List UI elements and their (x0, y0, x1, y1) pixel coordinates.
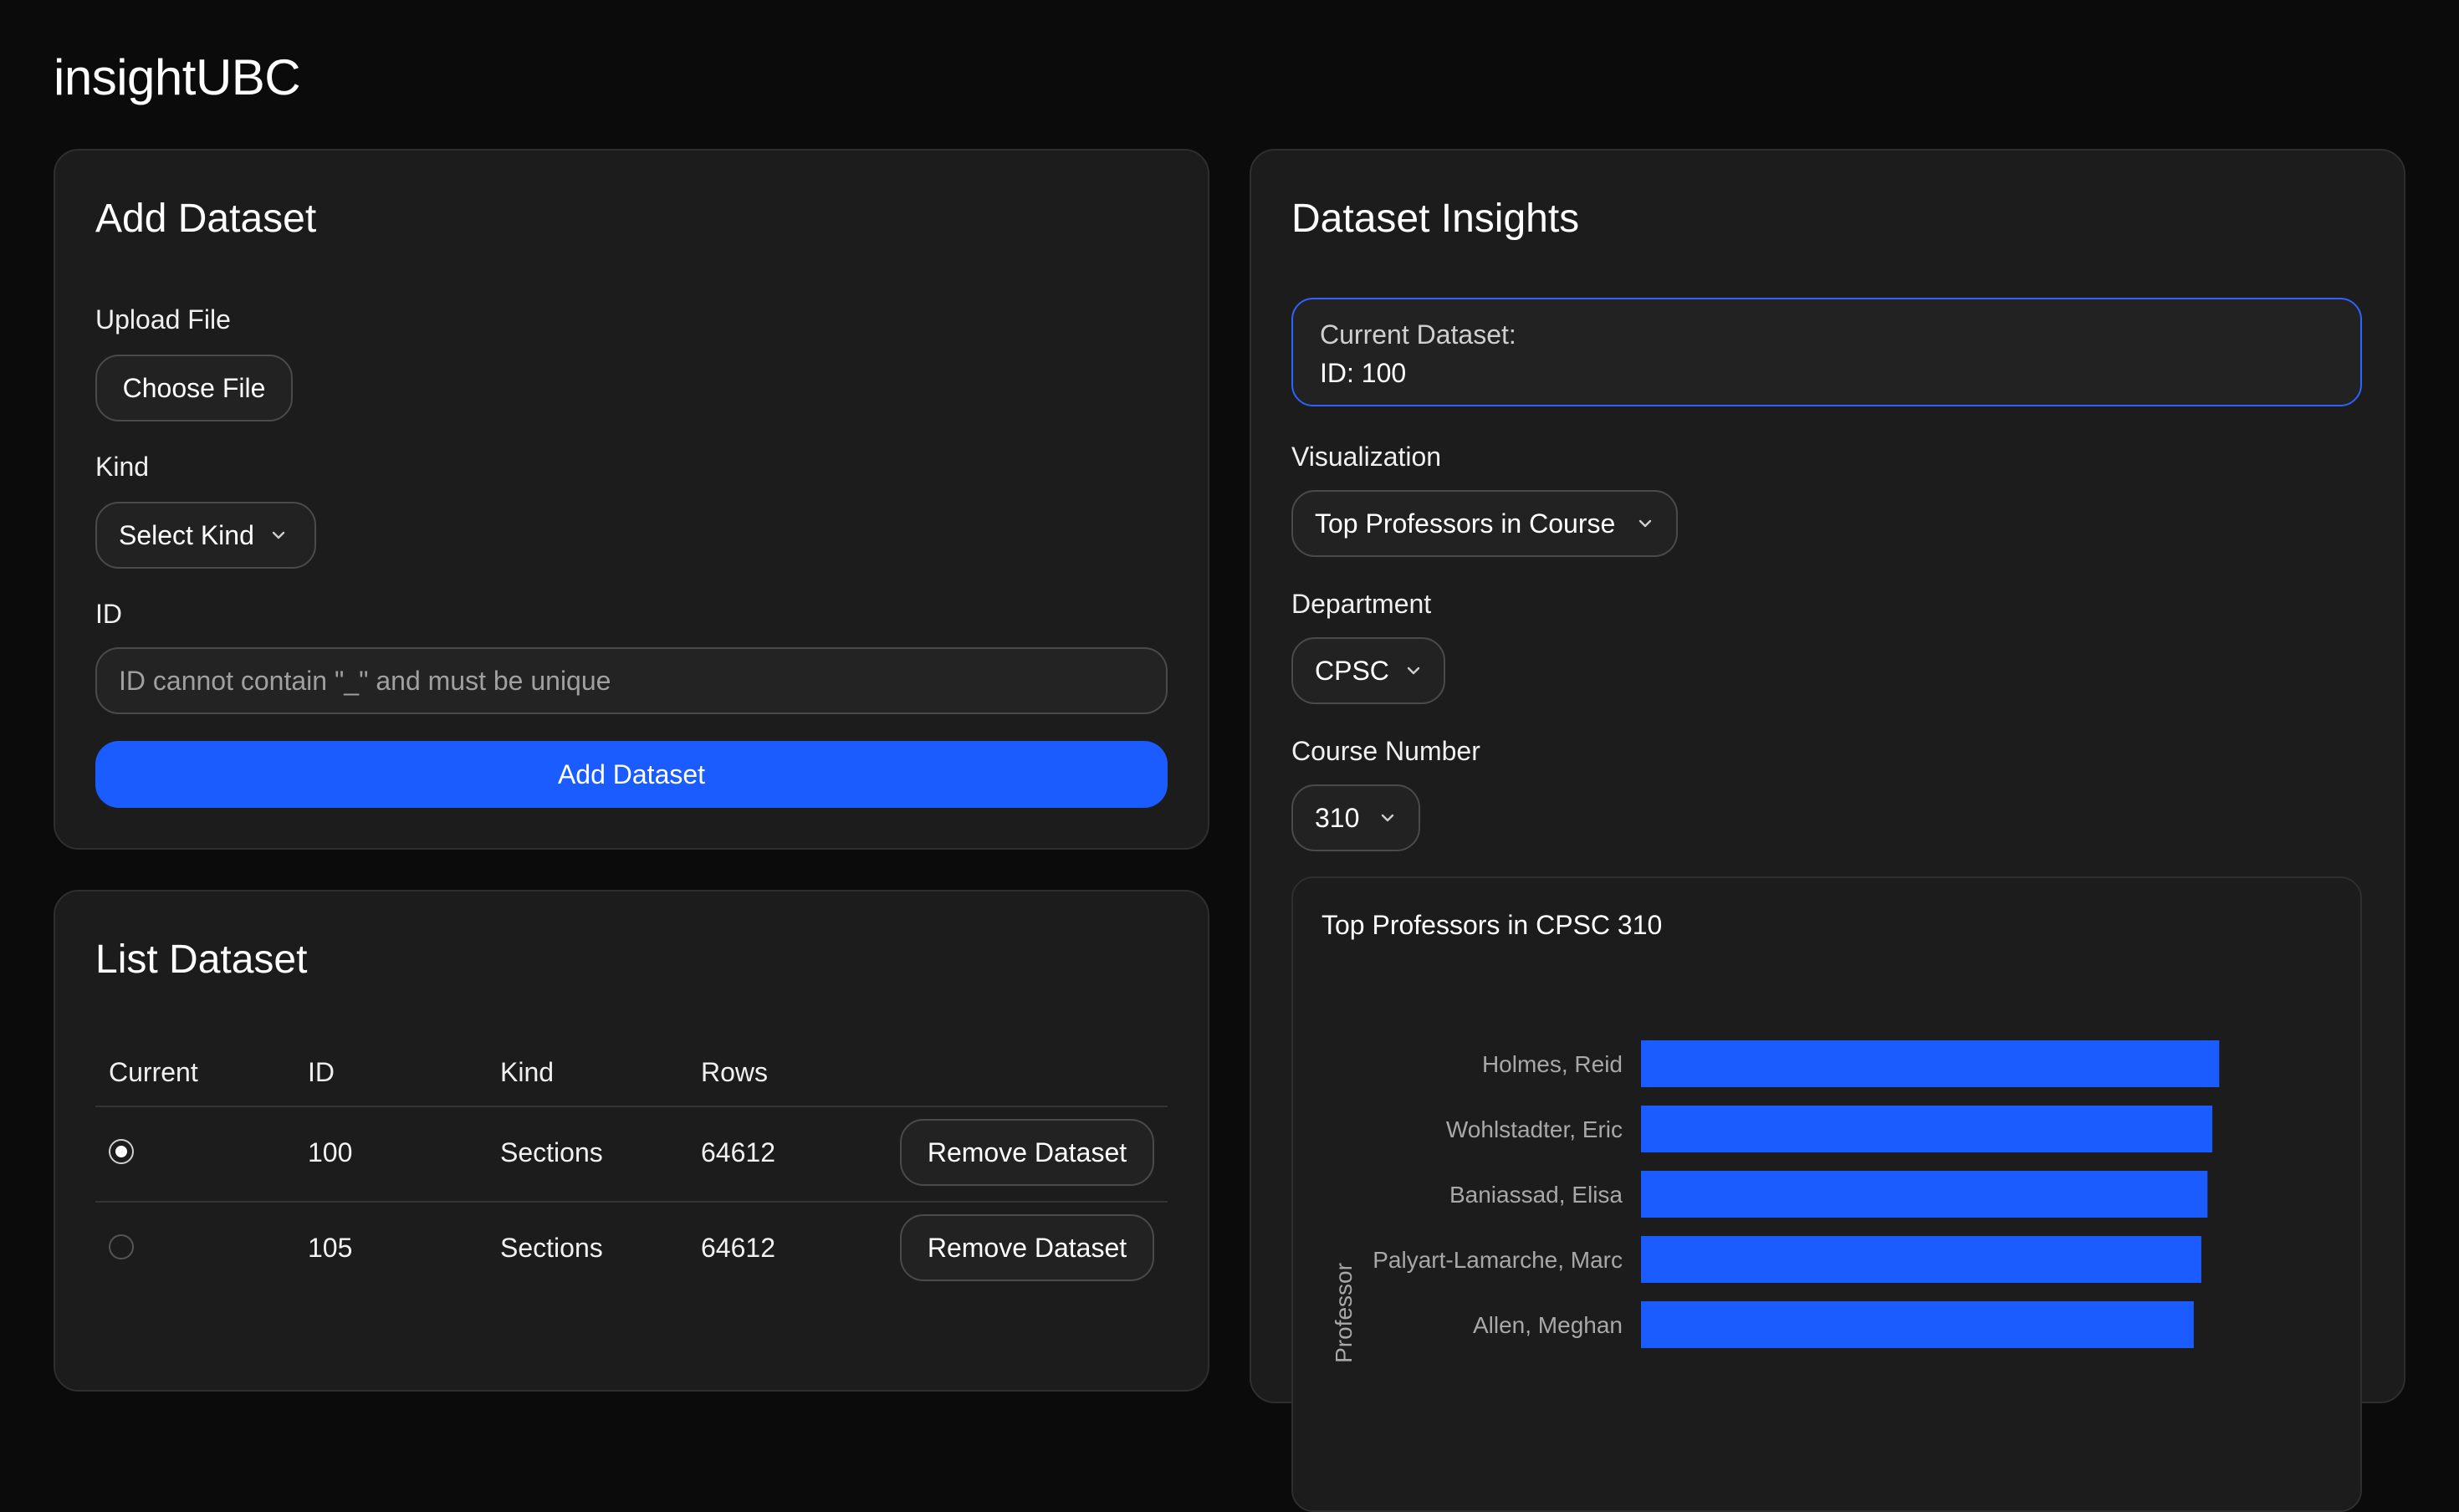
column-header-rows: Rows (701, 1057, 769, 1087)
list-dataset-card: List Dataset Current ID Kind Rows 100 Se… (54, 890, 1209, 1392)
kind-label: Kind (95, 452, 150, 482)
current-radio[interactable] (109, 1234, 134, 1259)
row-kind: Sections (500, 1137, 603, 1167)
row-kind: Sections (500, 1233, 603, 1263)
remove-dataset-button[interactable]: Remove Dataset (900, 1214, 1154, 1281)
row-count: 64612 (701, 1233, 775, 1263)
add-dataset-title: Add Dataset (95, 197, 317, 241)
list-dataset-title: List Dataset (95, 937, 308, 982)
column-header-id: ID (308, 1057, 335, 1087)
chevron-down-icon (1404, 662, 1423, 680)
bar[interactable] (1641, 1236, 2201, 1283)
choose-file-button[interactable]: Choose File (95, 355, 293, 421)
column-header-kind: Kind (500, 1057, 555, 1087)
id-input[interactable] (95, 647, 1168, 714)
table-divider (95, 1106, 1168, 1107)
remove-dataset-label: Remove Dataset (927, 1232, 1127, 1263)
upload-file-label: Upload File (95, 304, 231, 335)
visualization-select-value: Top Professors in Course (1315, 508, 1616, 539)
course-number-select[interactable]: 310 (1291, 784, 1420, 851)
bar[interactable] (1641, 1040, 2220, 1087)
department-label: Department (1291, 589, 1432, 619)
bar-label: Holmes, Reid (1482, 1051, 1623, 1077)
chevron-down-icon (269, 526, 288, 544)
chevron-down-icon (1636, 514, 1654, 533)
choose-file-label: Choose File (122, 372, 266, 403)
course-number-select-value: 310 (1315, 802, 1360, 833)
bar[interactable] (1641, 1301, 2194, 1348)
add-dataset-button[interactable]: Add Dataset (95, 741, 1168, 808)
table-divider (95, 1201, 1168, 1203)
bar-label: Palyart-Lamarche, Marc (1373, 1247, 1623, 1273)
add-dataset-card: Add Dataset Upload File Choose File Kind… (54, 149, 1209, 850)
row-id: 100 (308, 1137, 353, 1167)
course-number-label: Course Number (1291, 736, 1480, 766)
visualization-label: Visualization (1291, 442, 1442, 472)
current-dataset-label: Current Dataset: (1320, 319, 1516, 350)
current-dataset-value: ID: 100 (1320, 358, 1407, 388)
remove-dataset-button[interactable]: Remove Dataset (900, 1119, 1154, 1186)
current-dataset-box: Current Dataset: ID: 100 (1291, 298, 2362, 406)
chevron-down-icon (1378, 809, 1397, 827)
chart-card: Top Professors in CPSC 310 Holmes, Reid W… (1291, 876, 2362, 1512)
bar[interactable] (1641, 1171, 2208, 1218)
remove-dataset-label: Remove Dataset (927, 1137, 1127, 1167)
bar-label: Baniassad, Elisa (1449, 1182, 1623, 1208)
bar-label: Wohlstadter, Eric (1446, 1116, 1623, 1142)
row-id: 105 (308, 1233, 353, 1263)
row-count: 64612 (701, 1137, 775, 1167)
kind-select-value: Select Kind (119, 519, 254, 550)
bar-chart: Holmes, Reid Wohlstadter, Eric Baniassad, … (1331, 1040, 2220, 1363)
id-label: ID (95, 599, 122, 629)
bar[interactable] (1641, 1106, 2213, 1152)
dataset-insights-card: Dataset Insights Current Dataset: ID: 10… (1250, 149, 2405, 1512)
current-radio[interactable] (109, 1139, 134, 1164)
bar-label: Allen, Meghan (1473, 1312, 1623, 1338)
column-header-current: Current (109, 1057, 198, 1087)
department-select-value: CPSC (1315, 655, 1389, 686)
department-select[interactable]: CPSC (1291, 637, 1445, 704)
y-axis-label: Professor (1331, 1263, 1357, 1363)
kind-select[interactable]: Select Kind (95, 502, 316, 569)
add-dataset-button-label: Add Dataset (557, 759, 706, 789)
app-title: insightUBC (54, 49, 301, 105)
visualization-select[interactable]: Top Professors in Course (1291, 490, 1678, 557)
dataset-insights-title: Dataset Insights (1291, 197, 1580, 241)
